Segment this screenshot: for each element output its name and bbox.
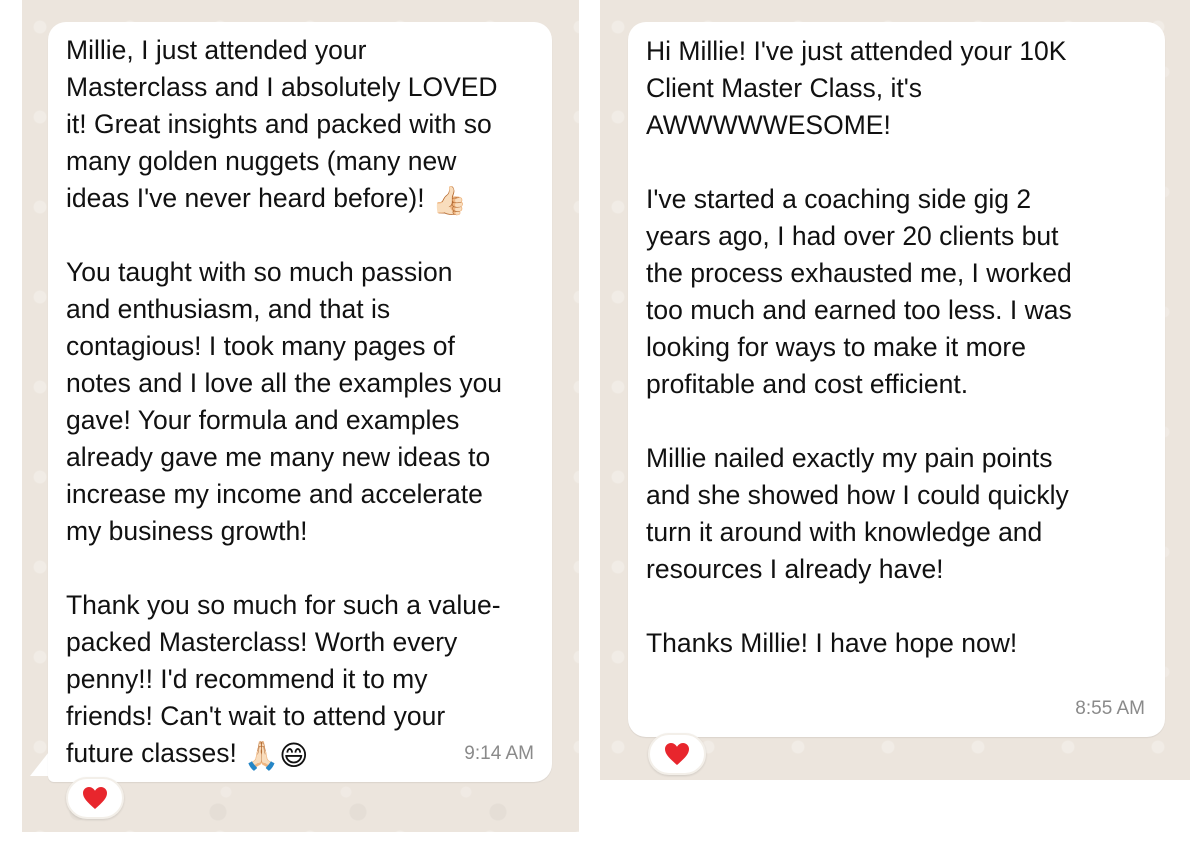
message-paragraph-4: Thanks Millie! I have hope now! <box>646 628 1018 658</box>
message-paragraph-1: Millie, I just attended your Masterclass… <box>66 35 498 216</box>
chat-panel-left: Millie, I just attended your Masterclass… <box>22 0 579 832</box>
message-paragraph-2: You taught with so much passion and enth… <box>66 257 503 546</box>
message-paragraph-3: Millie nailed exactly my pain points and… <box>646 443 1069 584</box>
message-paragraph-1: Hi Millie! I've just attended your 10K C… <box>646 36 1067 140</box>
thumbs-up-icon: 👍🏻 <box>431 185 467 216</box>
message-bubble-left[interactable]: Millie, I just attended your Masterclass… <box>48 22 552 782</box>
chat-panel-right: Hi Millie! I've just attended your 10K C… <box>600 0 1190 780</box>
heart-icon <box>664 742 690 766</box>
message-text: Millie, I just attended your Masterclass… <box>66 32 546 772</box>
message-text: Hi Millie! I've just attended your 10K C… <box>646 33 1156 662</box>
heart-icon <box>82 786 108 810</box>
heart-reaction[interactable] <box>648 733 706 775</box>
message-timestamp: 9:14 AM <box>464 743 534 764</box>
message-paragraph-2: I've started a coaching side gig 2 years… <box>646 184 1072 399</box>
pray-smile-icon: 🙏🏻😄 <box>244 740 309 771</box>
message-bubble-right[interactable]: Hi Millie! I've just attended your 10K C… <box>628 22 1165 737</box>
heart-reaction[interactable] <box>66 777 124 819</box>
message-timestamp: 8:55 AM <box>1075 698 1145 719</box>
